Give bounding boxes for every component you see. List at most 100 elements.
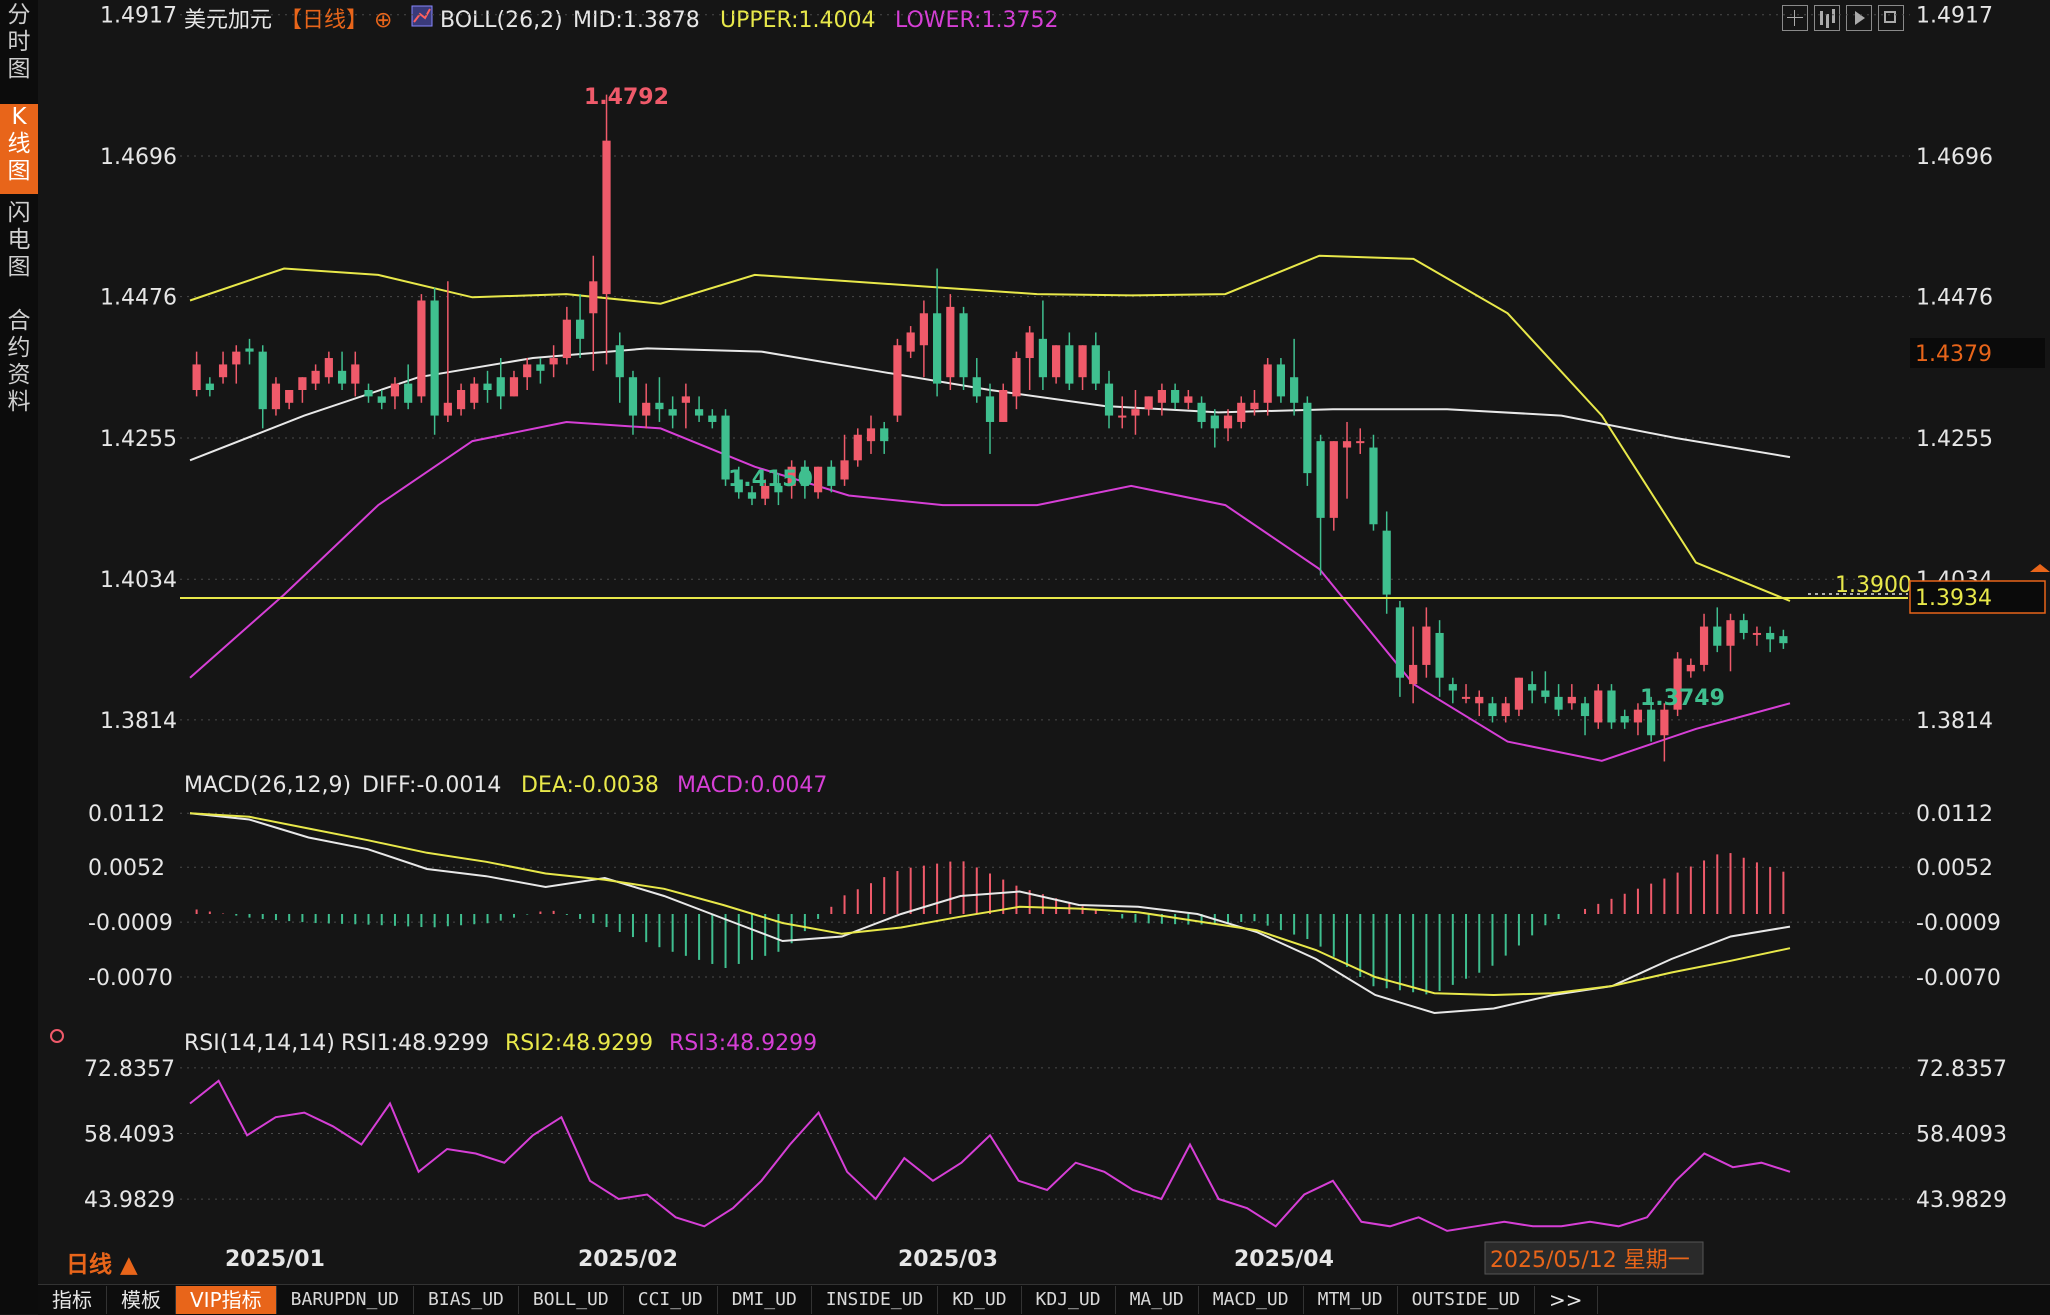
macd-tick-left: 0.0112 xyxy=(88,802,165,827)
candle-body xyxy=(1157,390,1166,403)
candle-body xyxy=(1276,364,1286,397)
candle-body xyxy=(972,377,981,397)
indicator-menu-button[interactable]: 指标 xyxy=(38,1286,107,1314)
candle-body xyxy=(1779,636,1788,644)
candle-body xyxy=(999,390,1008,422)
candle-body xyxy=(1263,364,1272,403)
rsi-tick-left: 58.4093 xyxy=(84,1122,175,1147)
boll-upper-value: UPPER:1.4004 xyxy=(720,8,876,33)
vip-indicator-tab[interactable]: VIP指标 xyxy=(176,1286,277,1314)
candle-body xyxy=(1620,716,1629,723)
candle-body xyxy=(1514,677,1524,710)
instrument-name: 美元加元 xyxy=(184,8,272,33)
candle-body xyxy=(933,313,942,384)
candle-body xyxy=(496,377,505,397)
candle-body xyxy=(404,383,413,403)
more-tabs-button[interactable]: >> xyxy=(1535,1286,1598,1314)
indicator-tab-mtm[interactable]: MTM_UD xyxy=(1304,1286,1398,1314)
macd-label: MACD(26,12,9) xyxy=(184,773,351,798)
indicator-tab-kdj[interactable]: KDJ_UD xyxy=(1022,1286,1116,1314)
candle-body xyxy=(245,348,254,352)
candle-body xyxy=(218,364,228,378)
indicator-tab-inside[interactable]: INSIDE_UD xyxy=(812,1286,939,1314)
time-label-feb: 2025/02 xyxy=(578,1247,678,1272)
indicator-tab-cci[interactable]: CCI_UD xyxy=(624,1286,718,1314)
candle-body xyxy=(615,345,624,378)
candle-body xyxy=(827,466,836,486)
candle-body xyxy=(853,434,862,461)
price-tick-left: 1.4255 xyxy=(100,427,177,452)
candle-body xyxy=(655,402,664,410)
candle-body xyxy=(575,319,585,339)
price-tag-1: 1.4379 xyxy=(1915,342,1992,367)
candle-body xyxy=(1144,396,1153,410)
candle-body xyxy=(258,351,267,410)
price-tag-2: 1.3934 xyxy=(1915,586,1992,611)
candle-body xyxy=(1078,345,1087,378)
boll-label: BOLL(26,2) xyxy=(440,8,563,33)
candle-body xyxy=(377,396,386,403)
candle-body xyxy=(681,396,690,403)
macd-diff-value: DIFF:-0.0014 xyxy=(362,773,501,798)
indicator-tab-bias[interactable]: BIAS_UD xyxy=(414,1286,519,1314)
candle-body xyxy=(1580,703,1590,717)
candle-body xyxy=(1303,402,1312,474)
candle-body xyxy=(1210,415,1219,429)
candle-body xyxy=(1342,441,1352,448)
indicator-tab-dmi[interactable]: DMI_UD xyxy=(718,1286,812,1314)
candle-body xyxy=(443,402,452,416)
candle-body xyxy=(364,390,373,397)
candle-body xyxy=(470,383,479,403)
rsi-settings-icon[interactable] xyxy=(50,1029,64,1043)
low-price-label-1: 1.4150 xyxy=(728,467,813,492)
indicator-tab-ma[interactable]: MA_UD xyxy=(1116,1286,1199,1314)
add-symbol-icon[interactable]: ⊕ xyxy=(374,8,392,33)
indicator-tab-barupdn[interactable]: BARUPDN_UD xyxy=(277,1286,415,1314)
template-menu-button[interactable]: 模板 xyxy=(107,1286,176,1314)
candle-body xyxy=(1461,696,1471,699)
candle-body xyxy=(708,415,717,422)
indicator-tab-macd[interactable]: MACD_UD xyxy=(1199,1286,1304,1314)
candle-body xyxy=(1329,441,1338,518)
candle-body xyxy=(1012,358,1021,397)
rsi-tick-left: 72.8357 xyxy=(84,1057,175,1082)
candle-body xyxy=(1104,383,1114,416)
macd-tick-right: -0.0009 xyxy=(1916,911,2001,936)
rsi1-value: RSI1:48.9299 xyxy=(341,1031,489,1056)
chart-area[interactable]: 美元加元 【日线】 ⊕ BOLL(26,2) MID:1.3878 UPPER:… xyxy=(0,0,2050,1284)
candle-body xyxy=(906,332,915,352)
candle-body xyxy=(536,364,545,371)
candle-body xyxy=(668,409,677,416)
candle-body xyxy=(1065,345,1074,384)
scroll-up-arrow-icon[interactable] xyxy=(2030,564,2050,572)
price-tick-right: 1.4476 xyxy=(1916,286,1993,311)
candle-body xyxy=(1686,664,1695,672)
candle-body xyxy=(946,306,955,378)
candle-body xyxy=(192,364,201,390)
candle-body xyxy=(1131,409,1140,416)
candle-body xyxy=(1435,632,1444,678)
rsi-tick-left: 43.9829 xyxy=(84,1188,175,1213)
candle-body xyxy=(509,377,519,397)
candle-body xyxy=(1091,345,1100,384)
candle-body xyxy=(298,377,307,390)
candle-body xyxy=(1184,396,1193,403)
candle-body xyxy=(390,383,400,397)
candle-body xyxy=(1541,690,1550,697)
candle-body xyxy=(1395,607,1405,678)
candle-body xyxy=(1660,709,1669,736)
cursor-date: 2025/05/12 星期一 xyxy=(1490,1248,1690,1273)
candle-body xyxy=(337,370,347,384)
candle-body xyxy=(1713,626,1722,646)
indicator-tab-boll[interactable]: BOLL_UD xyxy=(519,1286,624,1314)
low-price-label-2: 1.3749 xyxy=(1640,686,1725,711)
candle-body xyxy=(351,364,360,384)
candle-body xyxy=(483,383,492,390)
indicator-tab-outside[interactable]: OUTSIDE_UD xyxy=(1398,1286,1536,1314)
candle-body xyxy=(311,370,320,384)
macd-dea-value: DEA:-0.0038 xyxy=(521,773,659,798)
period-selector[interactable]: 日线 ▲ xyxy=(66,1251,138,1278)
candle-body xyxy=(1501,703,1510,717)
indicator-tab-kd[interactable]: KD_UD xyxy=(938,1286,1022,1314)
candle-body xyxy=(1739,620,1748,633)
